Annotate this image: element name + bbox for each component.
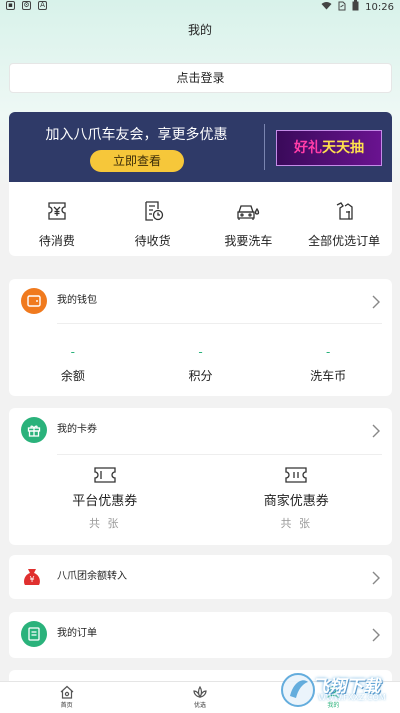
order-list-icon xyxy=(21,621,47,647)
site-watermark: 飞翔下载 WWW.FXXZ.COM xyxy=(280,668,392,713)
divider xyxy=(57,323,382,324)
promo-text-a: 好礼 xyxy=(294,140,322,156)
quick-action-label: 全部优选订单 xyxy=(308,234,381,248)
app-a-icon: A xyxy=(38,1,47,10)
wash-coins-value: - xyxy=(326,345,331,359)
platform-coupon[interactable]: 平台优惠券 共 张 xyxy=(9,466,201,531)
wallet-card: 我的钱包 - 余额 - 积分 - 洗车币 xyxy=(9,279,392,396)
merchant-ticket-icon xyxy=(201,466,393,484)
tab-featured-label: 优选 xyxy=(193,702,206,709)
quick-actions: 待消费 待收货 我要洗车 全部优选订单 xyxy=(9,182,392,256)
coupons-title: 我的卡券 xyxy=(57,424,97,435)
coupons-header[interactable]: 我的卡券 xyxy=(9,408,392,452)
svg-text:¥: ¥ xyxy=(29,575,34,584)
platform-coupon-count: 共 张 xyxy=(89,517,121,530)
wash-coins-stat[interactable]: - 洗车币 xyxy=(264,345,392,384)
merchant-coupon-count: 共 张 xyxy=(280,517,312,530)
quick-action-label: 待消费 xyxy=(38,234,75,248)
money-bag-icon: ¥ xyxy=(19,564,45,590)
clock-receipt-icon xyxy=(105,200,201,224)
status-bar: ▪ ⚙ A 10:26 xyxy=(0,0,400,14)
balance-stat[interactable]: - 余额 xyxy=(9,345,137,384)
chevron-right-icon xyxy=(372,294,380,313)
banner-divider xyxy=(264,124,265,170)
wifi-icon xyxy=(321,1,332,13)
tab-home-label: 首页 xyxy=(60,702,73,709)
balance-label: 余额 xyxy=(60,369,85,383)
points-label: 积分 xyxy=(188,369,213,383)
chevron-right-icon xyxy=(372,627,380,646)
chevron-right-icon xyxy=(372,423,380,442)
settings-icon: ⚙ xyxy=(22,1,31,10)
transfer-row[interactable]: ¥ 八爪团余额转入 xyxy=(9,555,392,599)
watermark-logo-icon xyxy=(281,673,315,707)
battery-icon xyxy=(352,0,359,14)
car-wash-icon xyxy=(201,200,297,224)
wallet-header[interactable]: 我的钱包 xyxy=(9,279,392,323)
points-value: - xyxy=(198,345,203,359)
points-stat[interactable]: - 积分 xyxy=(137,345,265,384)
login-button[interactable]: 点击登录 xyxy=(9,63,392,93)
tab-featured[interactable]: 优选 xyxy=(133,682,266,713)
lotus-icon xyxy=(133,685,266,699)
merchant-coupon-label: 商家优惠券 xyxy=(263,494,329,509)
wallet-stats: - 余额 - 积分 - 洗车币 xyxy=(9,345,392,384)
balance-value: - xyxy=(70,345,75,359)
daily-lottery-promo[interactable]: 好礼天天抽 xyxy=(276,130,382,166)
promo-text-b: 天天抽 xyxy=(322,140,364,156)
orders-row[interactable]: 我的订单 xyxy=(9,612,392,658)
gift-icon xyxy=(21,417,47,443)
banner-text: 加入八爪车友会，享更多优惠 xyxy=(45,127,228,143)
chevron-right-icon xyxy=(372,570,380,589)
wallet-icon xyxy=(21,288,47,314)
sim-icon xyxy=(338,1,346,14)
tab-home[interactable]: 首页 xyxy=(0,682,133,713)
page-title: 我的 xyxy=(187,23,212,37)
quick-action-pending-consume[interactable]: 待消费 xyxy=(9,182,105,256)
transfer-header: ¥ 八爪团余额转入 xyxy=(9,555,392,599)
shirt-bag-icon xyxy=(296,200,392,224)
coupon-types: 平台优惠券 共 张 商家优惠券 共 张 xyxy=(9,466,392,531)
ticket-icon xyxy=(9,200,105,224)
club-banner[interactable]: 加入八爪车友会，享更多优惠 立即查看 好礼天天抽 xyxy=(9,112,392,182)
merchant-coupon[interactable]: 商家优惠券 共 张 xyxy=(201,466,393,531)
platform-coupon-label: 平台优惠券 xyxy=(72,494,138,509)
watermark-url: WWW.FXXZ.COM xyxy=(318,693,386,702)
wash-coins-label: 洗车币 xyxy=(310,369,347,383)
clock-time: 10:26 xyxy=(365,1,394,13)
quick-action-all-orders[interactable]: 全部优选订单 xyxy=(296,182,392,256)
divider xyxy=(57,454,382,455)
quick-action-pending-receive[interactable]: 待收货 xyxy=(105,182,201,256)
quick-action-car-wash[interactable]: 我要洗车 xyxy=(201,182,297,256)
quick-action-label: 我要洗车 xyxy=(224,234,273,248)
view-now-button[interactable]: 立即查看 xyxy=(90,150,184,172)
coupons-card: 我的卡券 平台优惠券 共 张 商家优惠券 共 张 xyxy=(9,408,392,545)
coupon-ticket-icon xyxy=(9,466,201,484)
orders-title: 我的订单 xyxy=(57,628,97,639)
wallet-title: 我的钱包 xyxy=(57,295,97,306)
transfer-title: 八爪团余额转入 xyxy=(57,571,127,582)
orders-header: 我的订单 xyxy=(9,612,392,656)
home-icon xyxy=(0,685,133,699)
notification-icon: ▪ xyxy=(6,1,15,10)
quick-action-label: 待收货 xyxy=(134,234,171,248)
